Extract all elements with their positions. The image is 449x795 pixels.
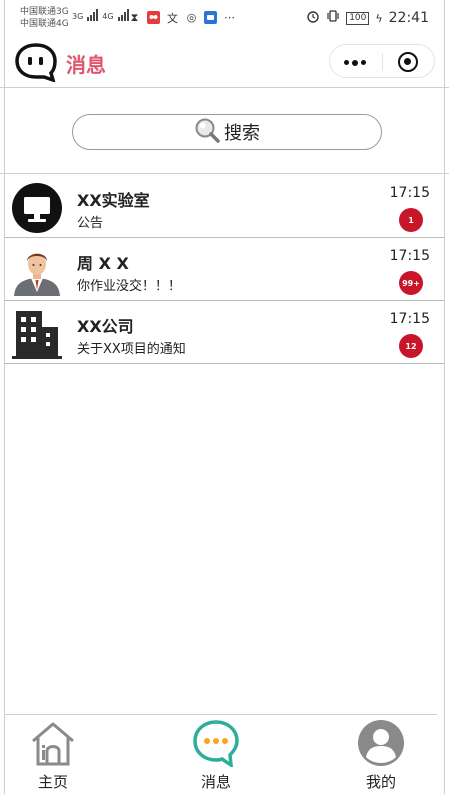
app-header: 消息 bbox=[0, 36, 449, 88]
charging-icon: ϟ bbox=[375, 11, 383, 25]
capsule-divider bbox=[382, 53, 383, 71]
conversation-name: 周 X X bbox=[77, 254, 129, 273]
conversation-name: XX公司 bbox=[77, 317, 134, 336]
message-preview: 关于XX项目的通知 bbox=[77, 342, 186, 357]
user-icon bbox=[357, 719, 405, 767]
battery-icon: 100 bbox=[346, 11, 370, 25]
network-type-2: 4G bbox=[102, 12, 114, 21]
more-notifications-icon: ⋯ bbox=[224, 11, 235, 24]
tab-home[interactable]: 主页 bbox=[0, 715, 108, 795]
tab-label: 主页 bbox=[37, 773, 68, 791]
hotspot-icon: ◎ bbox=[186, 11, 197, 24]
unread-badge: 12 bbox=[399, 334, 423, 358]
search-section: 搜索 bbox=[0, 88, 449, 174]
search-input[interactable]: 搜索 bbox=[72, 114, 382, 150]
businessman-avatar bbox=[12, 246, 62, 296]
carrier-2: 中国联通4G bbox=[20, 19, 69, 29]
signal-icon bbox=[87, 9, 99, 21]
app-blue-icon bbox=[204, 11, 217, 24]
tab-messages[interactable]: 消息 bbox=[161, 715, 271, 795]
list-item[interactable]: XX公司 关于XX项目的通知 17:15 12 bbox=[4, 301, 445, 364]
status-right: 100 ϟ 22:41 bbox=[306, 9, 429, 27]
carrier-info: 中国联通3G 中国联通4G bbox=[20, 6, 69, 30]
signal-icon-2 bbox=[117, 9, 129, 21]
alarm-icon bbox=[306, 9, 320, 27]
app-red-icon bbox=[147, 11, 160, 24]
more-menu-button[interactable] bbox=[344, 59, 366, 66]
list-item[interactable]: XX实验室 公告 17:15 1 bbox=[4, 175, 445, 238]
message-time: 17:15 bbox=[389, 311, 430, 327]
message-preview: 公告 bbox=[77, 216, 104, 231]
search-icon bbox=[194, 117, 220, 147]
translate-icon: 文 bbox=[167, 11, 178, 25]
logo-icon bbox=[14, 42, 58, 83]
notification-icons: ⧗ 文 ◎ ⋯ bbox=[128, 10, 236, 25]
home-icon bbox=[29, 719, 77, 767]
message-preview: 你作业没交！！！ bbox=[77, 279, 182, 294]
unread-badge: 99+ bbox=[399, 271, 423, 295]
chat-bubble-icon bbox=[192, 719, 240, 769]
vibrate-icon bbox=[326, 9, 340, 27]
message-time: 17:15 bbox=[389, 185, 430, 201]
hourglass-icon: ⧗ bbox=[130, 10, 139, 24]
page-title: 消息 bbox=[66, 53, 106, 77]
search-placeholder: 搜索 bbox=[224, 123, 260, 144]
clock: 22:41 bbox=[388, 10, 429, 26]
tab-label: 消息 bbox=[200, 773, 231, 791]
status-bar: 中国联通3G 中国联通4G 3G 4G ⧗ 文 ◎ ⋯ 100 ϟ 22:41 bbox=[0, 0, 449, 36]
unread-badge: 1 bbox=[399, 208, 423, 232]
close-target-button[interactable] bbox=[398, 52, 418, 72]
tab-label: 我的 bbox=[365, 773, 396, 791]
tab-bar: 主页 消息 我的 bbox=[4, 714, 437, 794]
signal-group: 3G 4G bbox=[72, 9, 129, 21]
carrier-1: 中国联通3G bbox=[20, 7, 69, 17]
mini-program-capsule bbox=[329, 44, 435, 78]
conversation-name: XX实验室 bbox=[77, 191, 150, 210]
tab-profile[interactable]: 我的 bbox=[326, 715, 436, 795]
monitor-icon bbox=[12, 183, 62, 233]
message-time: 17:15 bbox=[389, 248, 430, 264]
network-type-1: 3G bbox=[72, 12, 84, 21]
building-icon bbox=[12, 309, 62, 359]
list-item[interactable]: 周 X X 你作业没交！！！ 17:15 99+ bbox=[4, 238, 445, 301]
